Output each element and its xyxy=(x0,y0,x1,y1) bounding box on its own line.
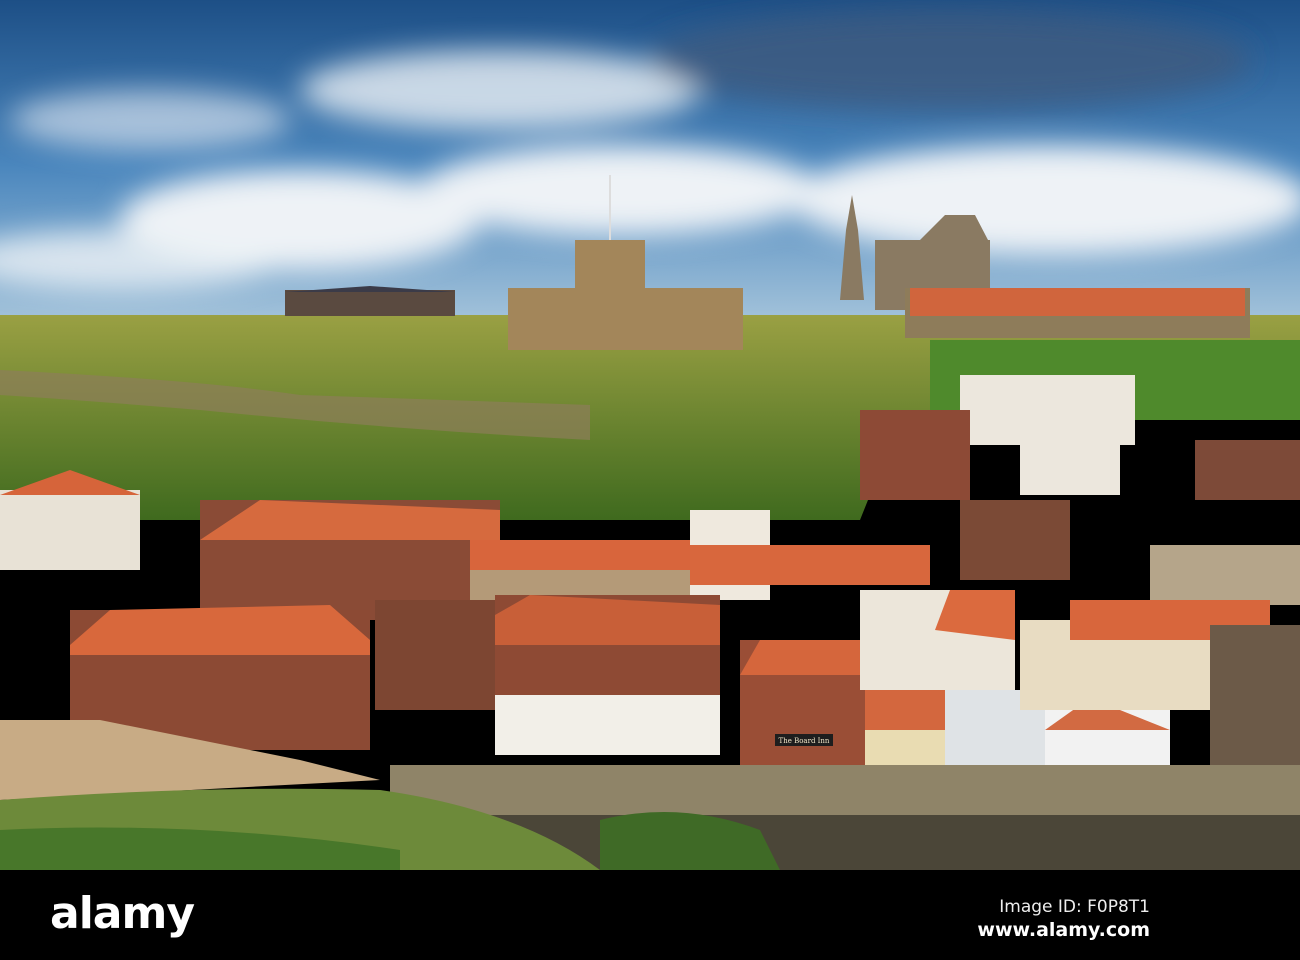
alamy-logo: alamy xyxy=(50,888,195,939)
harbour-wall xyxy=(390,765,1300,815)
image-id: Image ID: F0P8T1 xyxy=(999,897,1150,917)
stock-photo: The Board Inn alamy Image ID: F0P8T1 www… xyxy=(0,0,1300,960)
board-inn-sign-text: The Board Inn xyxy=(779,737,830,745)
alamy-url: www.alamy.com xyxy=(977,919,1150,941)
whitby-photo: The Board Inn xyxy=(0,0,1300,870)
